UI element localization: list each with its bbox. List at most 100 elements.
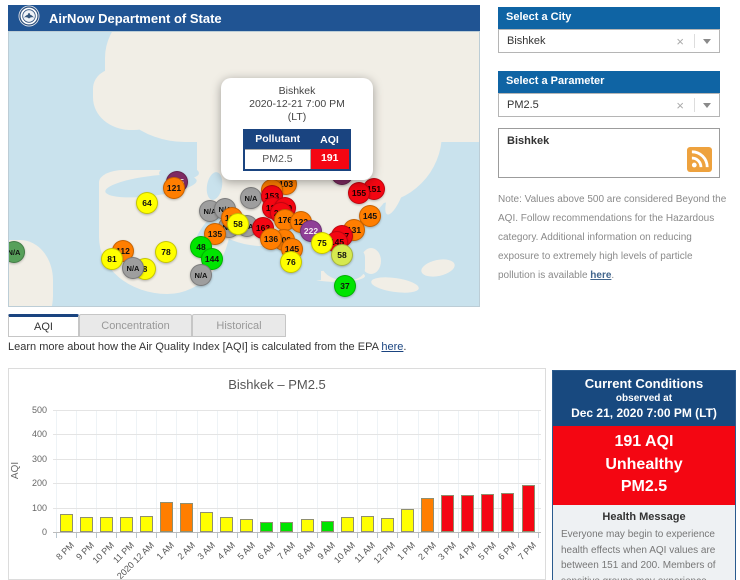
aqi-marker[interactable]: N/A	[240, 187, 262, 209]
chart-bar[interactable]	[381, 518, 394, 532]
city-clear-icon[interactable]: ×	[676, 35, 684, 48]
learn-more-before: Learn more about how the Air Quality Ind…	[8, 341, 381, 353]
aqi-marker[interactable]: 155	[348, 182, 370, 204]
chart-x-label: 2 PM	[416, 540, 438, 562]
note-here-link[interactable]: here	[590, 270, 611, 281]
parameter-chevron-down-icon[interactable]	[703, 103, 711, 108]
aqi-marker[interactable]: N/A	[190, 264, 212, 286]
chart-y-tick-label: 500	[17, 405, 47, 415]
learn-more-text: Learn more about how the Air Quality Ind…	[8, 341, 406, 353]
tab-historical[interactable]: Historical	[192, 314, 286, 337]
chart-vertical-gridline	[458, 410, 459, 532]
chart-bar[interactable]	[220, 517, 233, 532]
chart-bar[interactable]	[60, 514, 73, 532]
chart-x-label: 12 PM	[372, 540, 397, 565]
aqi-map[interactable]: N/A30512164112818N/A78N/AN/AN/AN/AN/A103…	[8, 31, 480, 307]
epa-link[interactable]: here	[381, 341, 403, 353]
chart-x-label: 1 AM	[155, 540, 177, 562]
parameter-clear-icon[interactable]: ×	[676, 99, 684, 112]
chart-vertical-gridline	[257, 410, 258, 532]
chart-gridline	[53, 459, 541, 460]
conditions-subtitle: observed at	[557, 393, 731, 404]
chart-bar[interactable]	[401, 509, 414, 532]
city-select[interactable]: Bishkek ×	[498, 29, 720, 53]
chart-bar[interactable]	[200, 512, 213, 532]
aqi-marker[interactable]: 37	[334, 275, 356, 297]
chart-x-label: 10 AM	[332, 540, 357, 565]
chart-y-tick-label: 0	[17, 527, 47, 537]
chart-bar[interactable]	[180, 503, 193, 532]
tab-bar: AQI Concentration Historical	[8, 314, 286, 337]
chart-y-tick-label: 100	[17, 503, 47, 513]
select-city-header: Select a City	[498, 7, 720, 29]
aqi-marker[interactable]: 78	[155, 241, 177, 263]
chart-bar[interactable]	[301, 519, 314, 532]
aqi-marker[interactable]: 64	[136, 192, 158, 214]
chart-bar[interactable]	[120, 517, 133, 532]
chart-bar[interactable]	[280, 522, 293, 532]
chart-bar[interactable]	[421, 498, 434, 532]
chart-x-label: 6 PM	[496, 540, 518, 562]
chart-x-label: 5 PM	[476, 540, 498, 562]
tab-concentration[interactable]: Concentration	[79, 314, 192, 337]
chart-bar[interactable]	[80, 517, 93, 532]
chart-x-label: 6 AM	[255, 540, 277, 562]
landmass-shape	[420, 257, 457, 280]
chart-vertical-gridline	[518, 410, 519, 532]
chart-vertical-gridline	[418, 410, 419, 532]
conditions-datetime: Dec 21, 2020 7:00 PM (LT)	[557, 406, 731, 420]
chart-bar[interactable]	[321, 521, 334, 532]
aqi-marker[interactable]: 136	[260, 228, 282, 250]
popup-aqi-header: AQI	[310, 130, 350, 149]
chart-bar[interactable]	[100, 517, 113, 532]
aqi-marker[interactable]: 76	[280, 251, 302, 273]
chart-x-label: 8 AM	[296, 540, 318, 562]
chart-vertical-gridline	[176, 410, 177, 532]
parameter-select[interactable]: PM2.5 ×	[498, 93, 720, 117]
city-chevron-down-icon[interactable]	[703, 39, 711, 44]
aqi-marker[interactable]: 75	[311, 232, 333, 254]
chart-vertical-gridline	[297, 410, 298, 532]
chart-bar[interactable]	[341, 517, 354, 532]
city-select-value: Bishkek	[507, 35, 676, 47]
chart-bar[interactable]	[522, 485, 535, 532]
chart-gridline	[53, 532, 541, 533]
chart-vertical-gridline	[277, 410, 278, 532]
aqi-marker[interactable]: 58	[227, 213, 249, 235]
chart-bar[interactable]	[481, 494, 494, 532]
select-parameter-header: Select a Parameter	[498, 71, 720, 93]
conditions-aqi-value: 191 AQI	[553, 431, 735, 454]
chart-bar[interactable]	[501, 493, 514, 532]
health-message-block: Health Message Everyone may begin to exp…	[553, 505, 735, 580]
learn-more-after: .	[403, 341, 406, 353]
chart-x-label: 4 AM	[215, 540, 237, 562]
divider	[694, 98, 695, 112]
rss-icon[interactable]	[687, 147, 712, 172]
aqi-marker[interactable]: 121	[163, 177, 185, 199]
chart-bar[interactable]	[441, 495, 454, 532]
chart-vertical-gridline	[156, 410, 157, 532]
chart-bar[interactable]	[361, 516, 374, 532]
chart-vertical-gridline	[197, 410, 198, 532]
chart-vertical-gridline	[116, 410, 117, 532]
parameter-select-value: PM2.5	[507, 99, 676, 111]
tab-aqi[interactable]: AQI	[8, 314, 79, 337]
chart-bar[interactable]	[260, 522, 273, 532]
chart-bar[interactable]	[461, 495, 474, 532]
chart-bar[interactable]	[160, 502, 173, 532]
chart-bar[interactable]	[140, 516, 153, 532]
health-message-text: Everyone may begin to experience health …	[561, 527, 727, 580]
aqi-marker[interactable]: 58	[331, 244, 353, 266]
conditions-aqi-category: Unhealthy	[553, 454, 735, 477]
chart-bar[interactable]	[240, 519, 253, 532]
popup-pollutant-header: Pollutant	[244, 130, 310, 149]
dept-of-state-seal-icon	[18, 5, 40, 32]
chart-y-tick-label: 300	[17, 454, 47, 464]
aqi-marker[interactable]: 81	[101, 248, 123, 270]
chart-x-label: 2 AM	[175, 540, 197, 562]
aqi-marker[interactable]: N/A	[122, 257, 144, 279]
popup-table: Pollutant AQI PM2.5 191	[243, 129, 351, 170]
chart-x-label: 8 PM	[54, 540, 76, 562]
conditions-title: Current Conditions	[557, 376, 731, 391]
health-message-title: Health Message	[561, 511, 727, 523]
